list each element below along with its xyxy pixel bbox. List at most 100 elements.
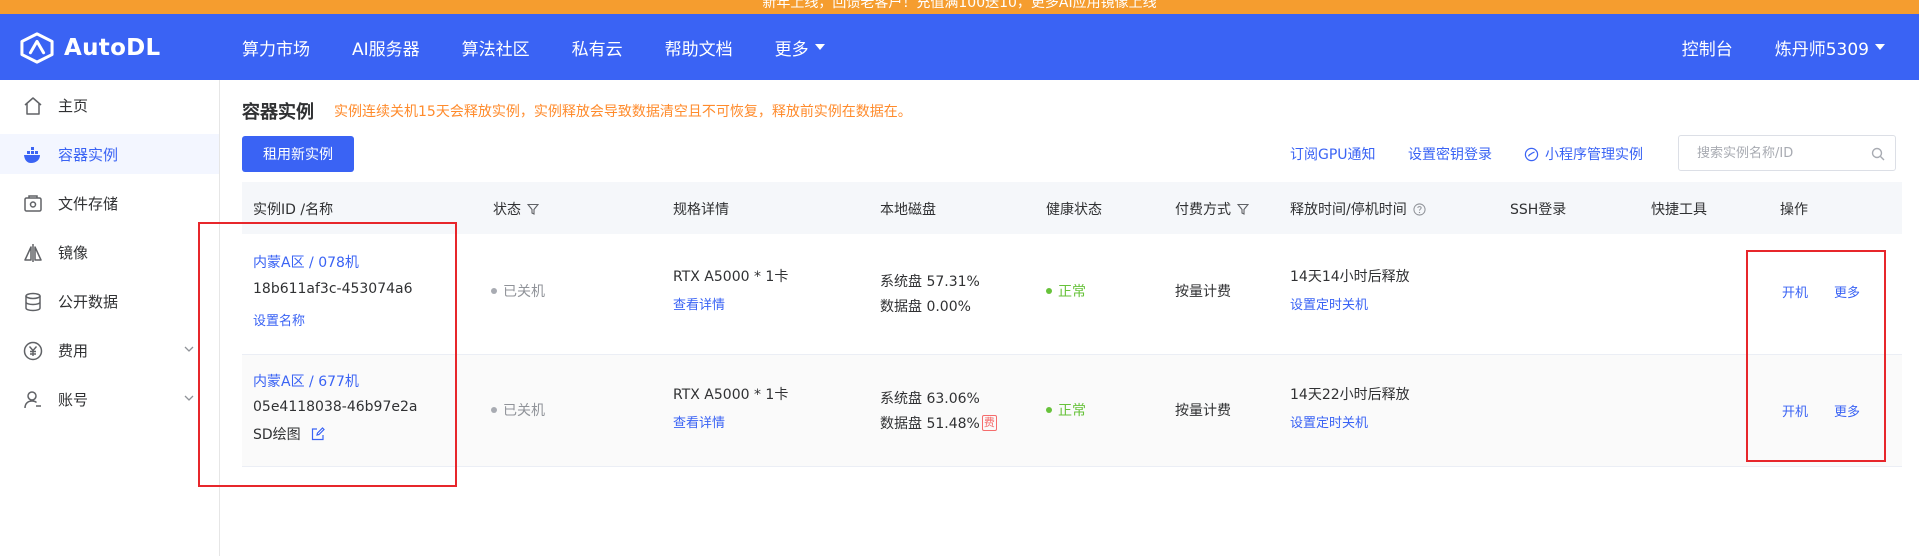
col-header-health: 健康状态 <box>1046 199 1102 219</box>
sidebar-item-label: 镜像 <box>58 243 89 262</box>
filter-icon[interactable] <box>1237 203 1249 215</box>
health-status: 正常 <box>1046 400 1086 420</box>
header-label: 付费方式 <box>1175 202 1231 218</box>
caret-down-icon <box>1875 44 1885 50</box>
help-icon[interactable] <box>1413 202 1426 216</box>
nav-item-private-cloud[interactable]: 私有云 <box>572 35 623 60</box>
sidebar-item-label: 费用 <box>58 341 89 360</box>
search-input[interactable] <box>1695 136 1869 170</box>
home-icon <box>24 97 42 115</box>
status-dot <box>1046 288 1052 294</box>
view-details-link[interactable]: 查看详情 <box>673 412 725 431</box>
gpu-notify-link[interactable]: 订阅GPU通知 <box>1290 144 1376 164</box>
storage-icon <box>24 195 42 212</box>
page-title: 容器实例 <box>242 102 314 123</box>
system-disk-usage: 系统盘 63.06% <box>880 391 980 407</box>
col-header-tools: 快捷工具 <box>1651 199 1707 219</box>
nav-item-community[interactable]: 算法社区 <box>462 35 530 60</box>
sidebar-item-images[interactable]: 镜像 <box>0 232 219 272</box>
header-label: 快捷工具 <box>1651 202 1707 218</box>
database-icon <box>25 292 41 312</box>
mini-program-link[interactable]: 小程序管理实例 <box>1524 144 1643 164</box>
announcement-text: 新年上线，回馈老客户！充值满100送10，更多AI应用镜像上线 <box>762 0 1157 11</box>
status-dot <box>491 407 497 413</box>
data-disk-usage: 数据盘 0.00% <box>880 299 971 315</box>
col-header-id: 实例ID /名称 <box>253 199 333 219</box>
sidebar-item-billing[interactable]: 费用 <box>0 330 219 370</box>
autodl-logo-icon <box>20 32 54 64</box>
mini-program-icon <box>1524 147 1539 161</box>
nav-item-market[interactable]: 算力市场 <box>242 35 310 60</box>
announcement-bar: 新年上线，回馈老客户！充值满100送10，更多AI应用镜像上线 <box>0 0 1919 14</box>
header-label: 健康状态 <box>1046 202 1102 218</box>
col-header-ssh: SSH登录 <box>1510 199 1566 219</box>
chevron-down-icon <box>184 395 194 401</box>
user-icon <box>24 391 41 409</box>
header-label: 实例ID /名称 <box>253 202 334 218</box>
create-instance-button[interactable]: 租用新实例 <box>242 136 354 172</box>
header-label: 释放时间/停机时间 <box>1290 202 1407 218</box>
table-row: 内蒙A区 / 677机 05e4118038-46b97e2a SD绘图 已关机… <box>242 355 1902 467</box>
sidebar-item-label: 容器实例 <box>58 145 119 164</box>
sidebar-item-label: 公开数据 <box>58 292 119 311</box>
header-label: SSH登录 <box>1510 202 1567 218</box>
main-nav: 算力市场 AI服务器 算法社区 私有云 帮助文档 更多 <box>242 14 867 80</box>
console-link[interactable]: 控制台 <box>1682 35 1733 60</box>
image-icon <box>24 244 42 262</box>
mini-program-label: 小程序管理实例 <box>1545 147 1643 163</box>
logo[interactable]: AutoDL <box>18 32 161 64</box>
status-dot <box>491 288 497 294</box>
status-dot <box>1046 407 1052 413</box>
username: 炼丹师5309 <box>1774 39 1869 60</box>
nav-item-docs[interactable]: 帮助文档 <box>665 35 733 60</box>
instance-status: 已关机 <box>491 400 545 420</box>
data-disk-usage: 数据盘 51.48% 费 <box>880 413 997 433</box>
chevron-down-icon <box>184 346 194 352</box>
schedule-shutdown-link[interactable]: 设置定时关机 <box>1290 412 1368 431</box>
col-header-billing[interactable]: 付费方式 <box>1175 199 1249 219</box>
docker-icon <box>24 147 40 163</box>
instance-id-highlight-box <box>198 222 457 487</box>
release-warning: 实例连续关机15天会释放实例，实例释放会导致数据清空且不可恢复，释放前实例在数据… <box>334 104 912 120</box>
health-label: 正常 <box>1058 403 1086 419</box>
nav-label: 私有云 <box>571 39 623 60</box>
user-menu[interactable]: 炼丹师5309 <box>1775 35 1885 60</box>
sidebar-item-home[interactable]: 主页 <box>0 85 219 125</box>
nav-label: 更多 <box>774 39 809 60</box>
header-label: 状态 <box>493 202 521 218</box>
sidebar-item-public-data[interactable]: 公开数据 <box>0 281 219 321</box>
filter-icon[interactable] <box>527 203 539 215</box>
caret-down-icon <box>814 44 825 50</box>
nav-label: 算力市场 <box>242 39 310 60</box>
schedule-shutdown-link[interactable]: 设置定时关机 <box>1290 294 1368 313</box>
header-label: 本地磁盘 <box>880 202 936 218</box>
header-right: 控制台 炼丹师5309 <box>1682 14 1885 80</box>
sidebar-item-instances[interactable]: 容器实例 <box>0 134 219 174</box>
instance-status: 已关机 <box>491 281 545 301</box>
instance-search[interactable] <box>1678 135 1896 171</box>
sidebar-item-label: 账号 <box>58 390 89 409</box>
gpu-spec: RTX A5000 * 1卡 <box>673 269 789 285</box>
col-header-disk: 本地磁盘 <box>880 199 936 219</box>
sidebar-item-account[interactable]: 账号 <box>0 379 219 419</box>
header-label: 规格详情 <box>673 202 729 218</box>
col-header-spec: 规格详情 <box>673 199 729 219</box>
billing-type: 按量计费 <box>1175 284 1231 300</box>
sidebar-item-label: 主页 <box>58 96 89 115</box>
view-details-link[interactable]: 查看详情 <box>673 294 725 313</box>
sidebar: 主页 容器实例 文件存储 镜像 公开数据 费用 账号 <box>0 80 220 556</box>
col-header-ops: 操作 <box>1780 199 1808 219</box>
health-label: 正常 <box>1058 284 1086 300</box>
actions-highlight-box <box>1746 250 1886 462</box>
sidebar-item-storage[interactable]: 文件存储 <box>0 183 219 223</box>
header-label: 操作 <box>1780 202 1808 218</box>
nav-item-more[interactable]: 更多 <box>775 35 825 60</box>
system-disk-usage: 系统盘 57.31% <box>880 274 980 290</box>
search-icon[interactable] <box>1871 147 1885 161</box>
billing-type: 按量计费 <box>1175 403 1231 419</box>
ssh-key-link[interactable]: 设置密钥登录 <box>1408 144 1492 164</box>
gpu-spec: RTX A5000 * 1卡 <box>673 387 789 403</box>
nav-item-ai-server[interactable]: AI服务器 <box>352 35 420 60</box>
release-time: 14天22小时后释放 <box>1290 387 1410 403</box>
col-header-status[interactable]: 状态 <box>493 199 539 219</box>
